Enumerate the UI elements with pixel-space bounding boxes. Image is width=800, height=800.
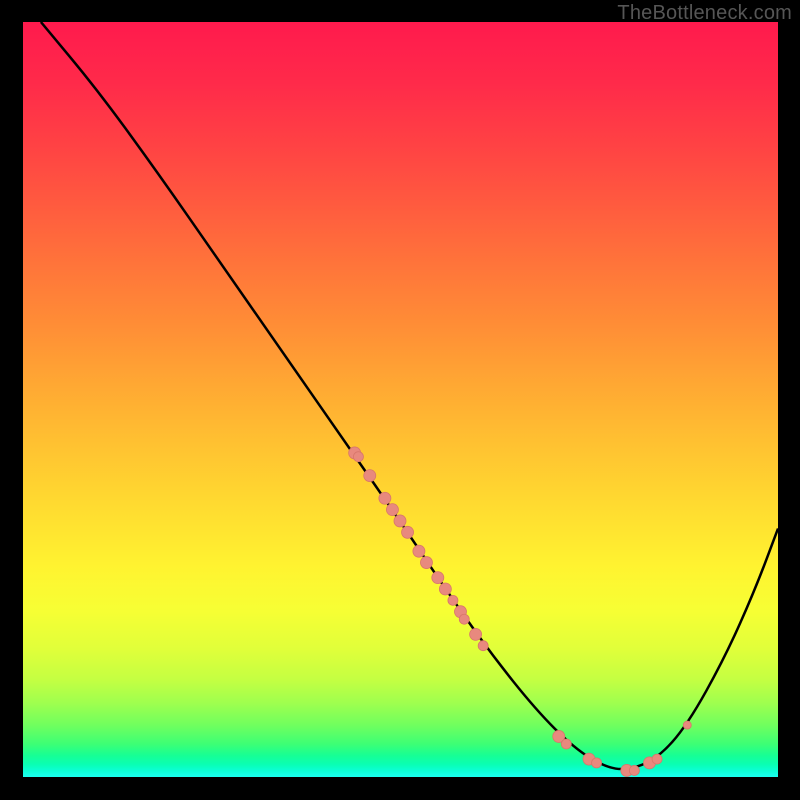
x-axis	[20, 777, 780, 780]
y-axis	[20, 20, 23, 780]
plot-background-gradient	[22, 22, 778, 778]
chart-container: TheBottleneck.com	[0, 0, 800, 800]
watermark-text: TheBottleneck.com	[617, 2, 792, 25]
